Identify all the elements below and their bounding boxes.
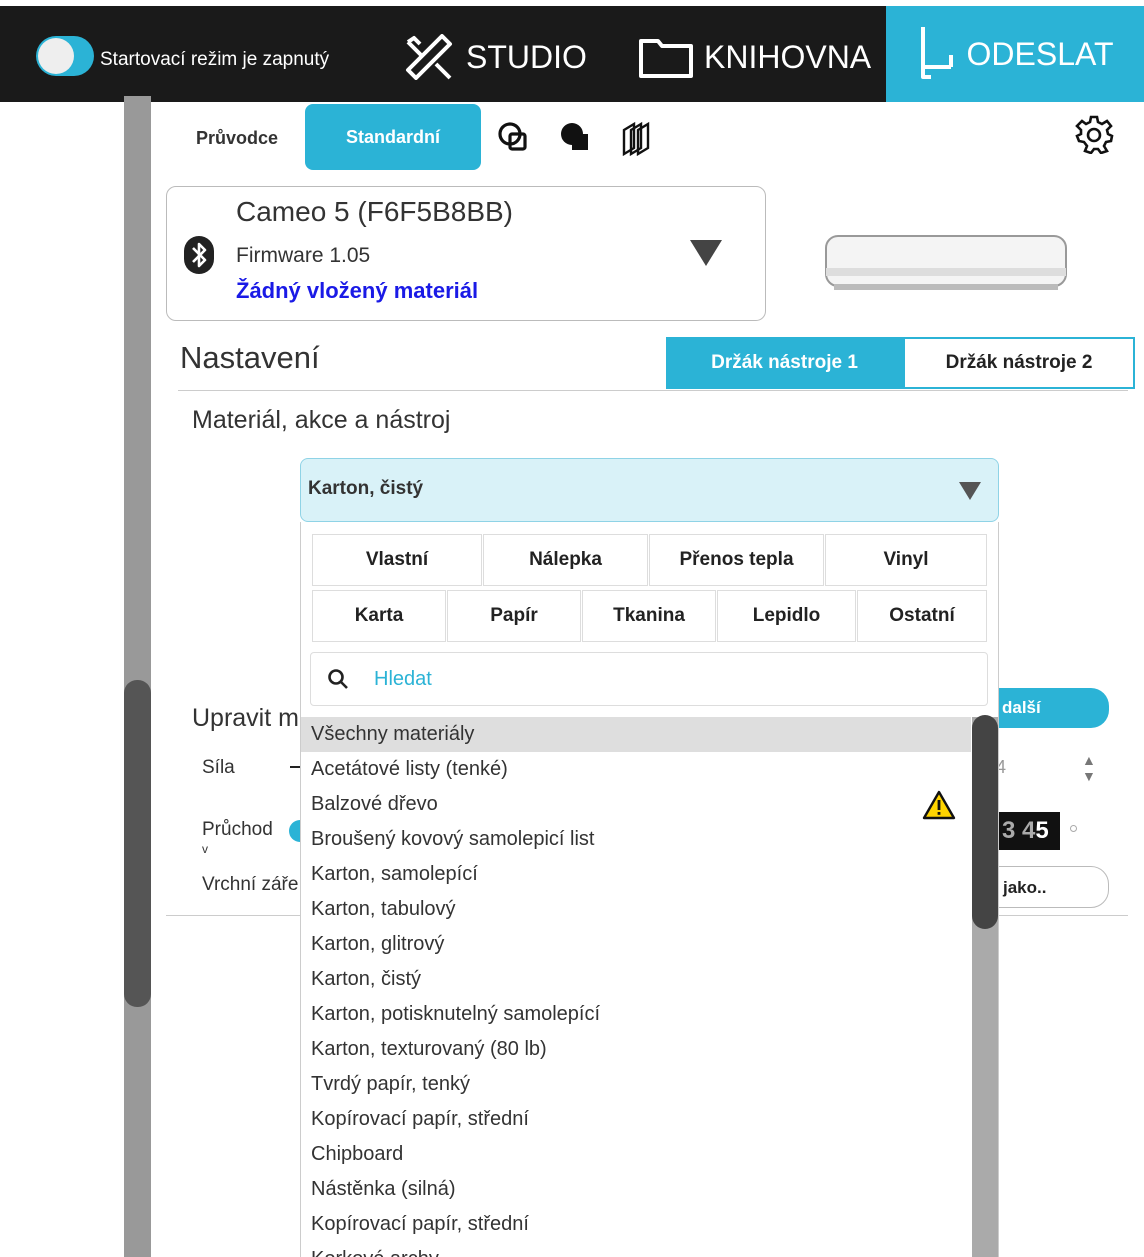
- tab-guide[interactable]: Průvodce: [196, 128, 278, 149]
- category-other[interactable]: Ostatní: [857, 590, 987, 642]
- material-item[interactable]: Karton, samolepící: [301, 857, 971, 892]
- material-list-scrollbar-thumb[interactable]: [972, 715, 998, 929]
- weld-icon[interactable]: [496, 120, 532, 156]
- nav-studio-label: STUDIO: [466, 38, 587, 75]
- passes-number-strip[interactable]: 3 45: [996, 812, 1060, 850]
- nav-send[interactable]: ODESLAT: [886, 6, 1144, 102]
- material-item[interactable]: Kopírovací papír, střední: [301, 1102, 971, 1137]
- divider: [178, 390, 1128, 391]
- warning-icon: [922, 790, 956, 820]
- category-vinyl[interactable]: Vinyl: [825, 534, 987, 586]
- passes-indicator-dot: [1070, 825, 1077, 832]
- material-item[interactable]: Všechny materiály: [301, 717, 971, 752]
- material-item[interactable]: Karton, texturovaný (80 lb): [301, 1032, 971, 1067]
- material-section-title: Materiál, akce a nástroj: [192, 406, 451, 434]
- device-name: Cameo 5 (F6F5B8BB): [236, 196, 513, 227]
- passes-number-a: 3 4: [1002, 817, 1036, 844]
- device-firmware: Firmware 1.05: [236, 244, 371, 267]
- app-window: Startovací režim je zapnutý STUDIO KNIHO…: [0, 0, 1144, 1257]
- category-card[interactable]: Karta: [312, 590, 446, 642]
- edit-material-label: Upravit m: [192, 704, 299, 732]
- more-button[interactable]: další: [990, 688, 1109, 728]
- passes-number-b: 5: [1035, 817, 1049, 844]
- passes-sub-label: v: [202, 842, 208, 856]
- device-material-status: Žádný vložený materiál: [236, 278, 479, 303]
- nav-send-label: ODESLAT: [966, 35, 1114, 72]
- material-item[interactable]: Tvrdý papír, tenký: [301, 1067, 971, 1102]
- material-item[interactable]: Broušený kovový samolepicí list: [301, 822, 971, 857]
- force-slider-tick: [290, 766, 300, 768]
- force-label: Síla: [202, 757, 235, 778]
- search-icon: [328, 669, 348, 689]
- tab-standard[interactable]: Standardní: [305, 104, 481, 170]
- force-stepper-icon[interactable]: ▲ ▼: [1082, 752, 1096, 784]
- nav-studio[interactable]: STUDIO: [402, 32, 587, 82]
- search-placeholder: Hledat: [374, 668, 432, 690]
- folder-icon: [639, 39, 693, 78]
- top-bar: Startovací režim je zapnutý STUDIO KNIHO…: [0, 0, 1144, 102]
- tab-tool-holder-1[interactable]: Držák nástroje 1: [666, 337, 903, 389]
- panel-scrollbar-track[interactable]: [124, 96, 151, 1257]
- category-sticker[interactable]: Nálepka: [483, 534, 648, 586]
- category-custom[interactable]: Vlastní: [312, 534, 482, 586]
- startup-mode-label: Startovací režim je zapnutý: [100, 49, 330, 70]
- toggle-knob: [38, 38, 74, 74]
- material-item[interactable]: Chipboard: [301, 1137, 971, 1172]
- material-select-value: Karton, čistý: [308, 478, 424, 499]
- category-paper[interactable]: Papír: [447, 590, 581, 642]
- layers-icon[interactable]: [620, 120, 656, 156]
- tab-tool-holder-2[interactable]: Držák nástroje 2: [903, 337, 1135, 389]
- panel-scrollbar-thumb[interactable]: [124, 680, 151, 1007]
- category-fabric[interactable]: Tkanina: [582, 590, 716, 642]
- settings-title: Nastavení: [180, 340, 320, 375]
- material-select-caret-icon[interactable]: [959, 482, 981, 500]
- material-item[interactable]: Acetátové listy (tenké): [301, 752, 971, 787]
- top-light-label: Vrchní záře: [202, 874, 299, 895]
- send-icon: [920, 27, 953, 79]
- material-list: Všechny materiály Acetátové listy (tenké…: [301, 717, 971, 1257]
- studio-icon: [406, 34, 452, 80]
- material-item[interactable]: Karton, čistý: [301, 962, 971, 997]
- cutting-machine-image: [825, 235, 1067, 290]
- bluetooth-icon: [184, 236, 214, 274]
- material-item[interactable]: Balzové dřevo: [301, 787, 971, 822]
- gear-icon[interactable]: [1074, 114, 1114, 154]
- material-item[interactable]: Karton, potisknutelný samolepící: [301, 997, 971, 1032]
- material-item[interactable]: Korkové archy: [301, 1242, 971, 1257]
- category-heat-transfer[interactable]: Přenos tepla: [649, 534, 824, 586]
- startup-mode-toggle[interactable]: [36, 36, 94, 76]
- material-item[interactable]: Karton, glitrový: [301, 927, 971, 962]
- nav-library[interactable]: KNIHOVNA: [638, 32, 871, 82]
- save-as-button[interactable]: jako..: [990, 866, 1109, 908]
- material-item[interactable]: Nástěnka (silná): [301, 1172, 971, 1207]
- material-item[interactable]: Kopírovací papír, střední: [301, 1207, 971, 1242]
- fill-icon[interactable]: [558, 120, 594, 156]
- passes-label: Průchod: [202, 819, 273, 840]
- category-adhesive[interactable]: Lepidlo: [717, 590, 856, 642]
- nav-library-label: KNIHOVNA: [704, 38, 872, 75]
- device-dropdown-caret-icon[interactable]: [690, 240, 722, 266]
- material-item[interactable]: Karton, tabulový: [301, 892, 971, 927]
